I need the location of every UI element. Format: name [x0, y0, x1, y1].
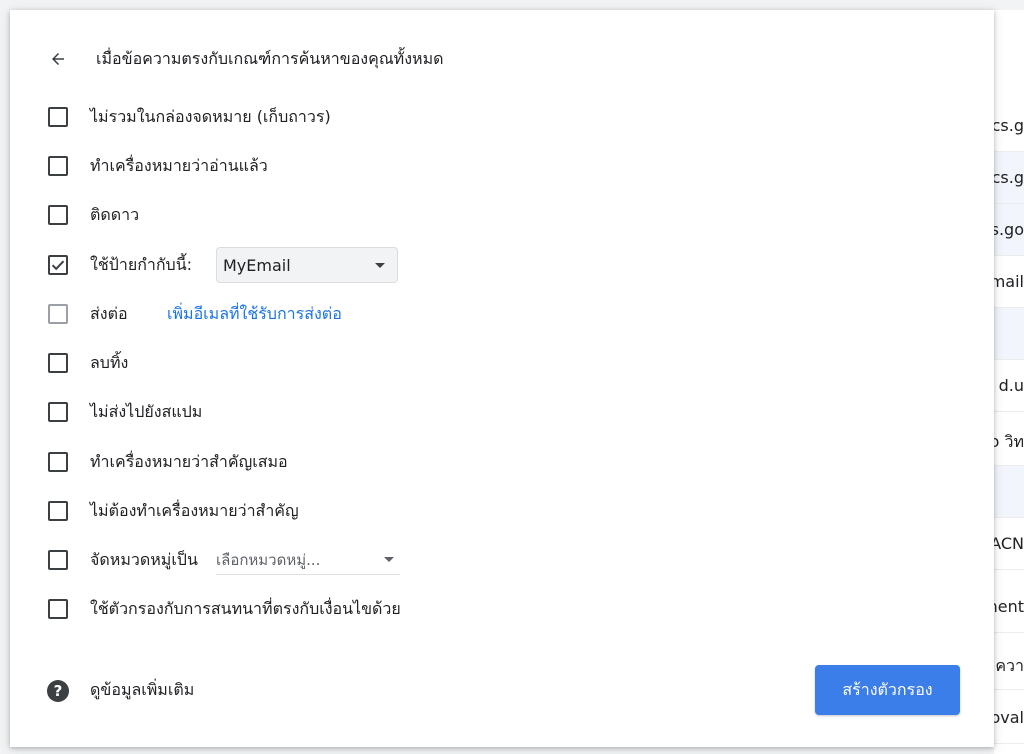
star-label: ติดดาว — [90, 204, 140, 224]
background-row: nent — [994, 581, 1024, 633]
always-important-label: ทำเครื่องหมายว่าสำคัญเสมอ — [90, 451, 288, 471]
background-row: ควา — [994, 638, 1024, 690]
option-never-spam[interactable]: ไม่ส่งไปยังสแปม — [46, 398, 202, 426]
background-row: s.go — [994, 204, 1024, 256]
apply-to-matching-checkbox[interactable] — [48, 599, 68, 619]
never-spam-checkbox[interactable] — [48, 402, 68, 422]
dropdown-arrow-icon — [384, 557, 394, 562]
dialog-title: เมื่อข้อความตรงกับเกณฑ์การค้นหาของคุณทั้… — [96, 48, 444, 68]
label-select[interactable]: MyEmail — [216, 247, 398, 283]
learn-more-link[interactable]: ดูข้อมูลเพิ่มเติม — [90, 678, 194, 703]
category-select[interactable]: เลือกหมวดหมู่... — [216, 546, 400, 575]
option-always-important[interactable]: ทำเครื่องหมายว่าสำคัญเสมอ — [46, 448, 288, 476]
back-arrow-icon[interactable] — [46, 47, 70, 71]
background-row: mail — [994, 256, 1024, 308]
filter-actions-dialog: เมื่อข้อความตรงกับเกณฑ์การค้นหาของคุณทั้… — [10, 10, 994, 747]
category-select-value: เลือกหมวดหมู่... — [216, 551, 321, 569]
delete-checkbox[interactable] — [48, 353, 68, 373]
star-checkbox[interactable] — [48, 205, 68, 225]
never-important-checkbox[interactable] — [48, 501, 68, 521]
categorize-label: จัดหมวดหมู่เป็น — [90, 549, 198, 569]
background-row: o วิท — [994, 414, 1024, 466]
option-apply-label[interactable]: ใช้ป้ายกำกับนี้: MyEmail — [46, 247, 398, 283]
option-forward: ส่งต่อ เพิ่มอีเมลที่ใช้รับการส่งต่อ — [46, 300, 342, 328]
forward-label: ส่งต่อ — [90, 303, 128, 323]
categorize-checkbox[interactable] — [48, 550, 68, 570]
apply-label-checkbox[interactable] — [48, 255, 68, 275]
option-never-important[interactable]: ไม่ต้องทำเครื่องหมายว่าสำคัญ — [46, 497, 299, 525]
label-select-value: MyEmail — [223, 255, 291, 275]
option-star[interactable]: ติดดาว — [46, 201, 139, 229]
delete-label: ลบทิ้ง — [90, 352, 129, 372]
background-row — [994, 466, 1024, 518]
background-row: oval — [994, 692, 1024, 744]
option-skip-inbox[interactable]: ไม่รวมในกล่องจดหมาย (เก็บถาวร) — [46, 103, 331, 131]
skip-inbox-label: ไม่รวมในกล่องจดหมาย (เก็บถาวร) — [90, 106, 331, 126]
create-filter-button[interactable]: สร้างตัวกรอง — [815, 665, 960, 715]
mark-read-checkbox[interactable] — [48, 156, 68, 176]
apply-to-matching-label: ใช้ตัวกรองกับการสนทนาที่ตรงกับเงื่อนไขด้… — [90, 598, 401, 618]
forward-checkbox — [48, 304, 68, 324]
background-row: cs.g — [994, 152, 1024, 204]
option-apply-to-matching[interactable]: ใช้ตัวกรองกับการสนทนาที่ตรงกับเงื่อนไขด้… — [46, 595, 401, 623]
help-icon: ? — [47, 679, 69, 702]
dropdown-arrow-icon — [375, 263, 385, 268]
option-mark-read[interactable]: ทำเครื่องหมายว่าอ่านแล้ว — [46, 152, 268, 180]
always-important-checkbox[interactable] — [48, 452, 68, 472]
add-forwarding-address-link[interactable]: เพิ่มอีเมลที่ใช้รับการส่งต่อ — [167, 302, 342, 327]
learn-more[interactable]: ? ดูข้อมูลเพิ่มเติม — [46, 678, 194, 703]
option-categorize[interactable]: จัดหมวดหมู่เป็น เลือกหมวดหมู่... — [46, 546, 400, 575]
never-important-label: ไม่ต้องทำเครื่องหมายว่าสำคัญ — [90, 500, 299, 520]
background-row: d.u — [994, 360, 1024, 412]
background-row — [994, 308, 1024, 360]
top-background — [0, 0, 1024, 10]
apply-label-label: ใช้ป้ายกำกับนี้: — [90, 254, 193, 274]
option-delete[interactable]: ลบทิ้ง — [46, 349, 128, 377]
background-row: ACN — [994, 518, 1024, 570]
dialog-header: เมื่อข้อความตรงกับเกณฑ์การค้นหาของคุณทั้… — [46, 47, 444, 71]
background-row: cs.g — [994, 100, 1024, 152]
background-message-list: cs.g cs.g s.go mail d.u o วิท ACN nent ค… — [994, 10, 1024, 754]
skip-inbox-checkbox[interactable] — [48, 107, 68, 127]
never-spam-label: ไม่ส่งไปยังสแปม — [90, 401, 203, 421]
mark-read-label: ทำเครื่องหมายว่าอ่านแล้ว — [90, 155, 268, 175]
checkmark-icon — [51, 260, 65, 271]
